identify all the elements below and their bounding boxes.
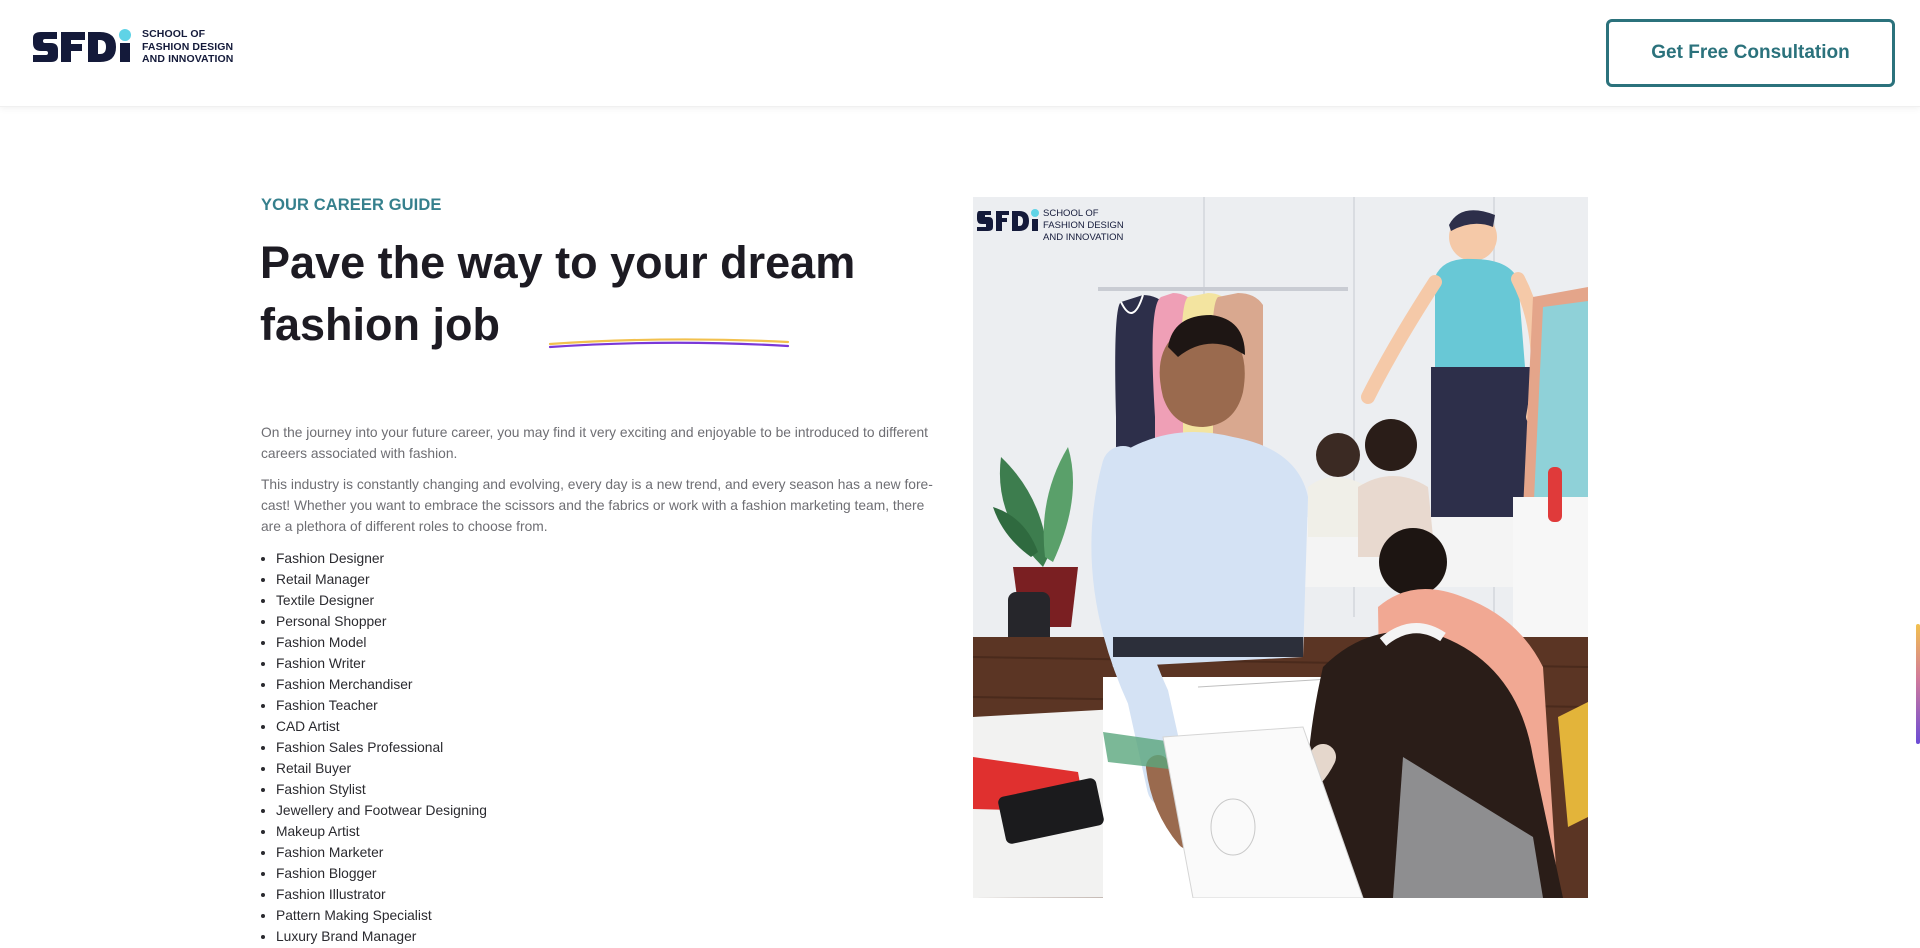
list-item: Retail Buyer — [276, 758, 487, 779]
list-item: Fashion Marketer — [276, 842, 487, 863]
photo-logo-line: AND INNOVATION — [1043, 232, 1124, 243]
intro-paragraph: This industry is constantly changing and… — [261, 477, 933, 534]
list-item: CAD Artist — [276, 716, 487, 737]
list-item: Fashion Sales Professional — [276, 737, 487, 758]
list-item: Fashion Blogger — [276, 863, 487, 884]
get-free-consultation-button[interactable]: Get Free Consultation — [1606, 19, 1895, 87]
list-item: Retail Manager — [276, 569, 487, 590]
decorative-underline-icon — [548, 338, 790, 349]
site-header: SCHOOL OF FASHION DESIGN AND INNOVATION … — [0, 0, 1920, 107]
photo-logo-line: FASHION DESIGN — [1043, 220, 1124, 231]
list-item: Fashion Merchandiser — [276, 674, 487, 695]
logo-line: SCHOOL OF — [142, 28, 206, 41]
classroom-illustration: SCHOOL OF FASHION DESIGN AND INNOVATION — [973, 197, 1588, 898]
logo-line: AND INNOVATION — [142, 53, 234, 66]
classroom-photo: SCHOOL OF FASHION DESIGN AND INNOVATION — [973, 197, 1588, 898]
list-item: Luxury Brand Manager — [276, 926, 487, 947]
list-item: Fashion Teacher — [276, 695, 487, 716]
list-item: Fashion Writer — [276, 653, 487, 674]
list-item: Jewellery and Footwear Designing — [276, 800, 487, 821]
section-eyebrow: YOUR CAREER GUIDE — [261, 196, 442, 214]
photo-logo-line: SCHOOL OF — [1043, 208, 1099, 219]
sfdi-logo-mark-icon — [33, 29, 131, 62]
list-item: Pattern Making Specialist — [276, 905, 487, 926]
list-item: Fashion Model — [276, 632, 487, 653]
list-item: Makeup Artist — [276, 821, 487, 842]
list-item: Personal Shopper — [276, 611, 487, 632]
page-title-line: fashion job — [260, 299, 500, 350]
intro-paragraph: On the journey into your future career, … — [261, 425, 928, 461]
page-title-line: Pave the way to your dream — [260, 237, 856, 288]
list-item: Fashion Stylist — [276, 779, 487, 800]
list-item: Textile Designer — [276, 590, 487, 611]
logo-line: FASHION DESIGN — [142, 40, 234, 53]
site-logo[interactable]: SCHOOL OF FASHION DESIGN AND INNOVATION — [32, 28, 233, 66]
list-item: Fashion Illustrator — [276, 884, 487, 905]
career-roles-list: Fashion Designer Retail Manager Textile … — [261, 548, 487, 947]
intro-text: On the journey into your future career, … — [261, 422, 946, 547]
list-item: Fashion Designer — [276, 548, 487, 569]
logo-wordmark: SCHOOL OF FASHION DESIGN AND INNOVATION — [142, 28, 233, 66]
scroll-progress-indicator[interactable] — [1916, 624, 1920, 744]
